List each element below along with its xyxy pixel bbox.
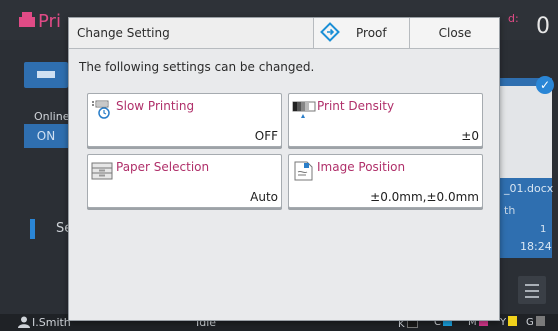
job-thumbnail: [500, 86, 552, 178]
mode-button[interactable]: [24, 62, 68, 88]
mode-icon: [37, 71, 55, 78]
paper-selection-value: Auto: [250, 190, 278, 204]
status-user: I.Smith: [32, 316, 71, 329]
print-density-icon: [292, 101, 316, 118]
menu-icon-line: [525, 296, 539, 298]
dialog-header: Change Setting Proof Close: [69, 18, 499, 49]
close-button[interactable]: Close: [409, 18, 499, 48]
check-icon: ✓: [536, 76, 554, 94]
settings-button[interactable]: Se: [24, 216, 72, 242]
ink-label: G: [526, 317, 534, 328]
proof-button[interactable]: Proof: [313, 18, 409, 48]
job-time: 18:24: [520, 240, 552, 253]
job-name: _01.docx: [504, 182, 554, 195]
app-title: Pri: [38, 11, 61, 32]
ink-swatch: [508, 316, 518, 326]
dialog-title: Change Setting: [77, 26, 170, 40]
settings-indicator: [30, 219, 35, 239]
slow-printing-icon: [92, 100, 110, 119]
print-density-label: Print Density: [317, 99, 395, 113]
counter-label: d:: [508, 12, 519, 25]
image-position-value: ±0.0mm,±0.0mm: [370, 190, 479, 204]
paper-selection-button[interactable]: Paper Selection Auto: [87, 154, 282, 208]
slow-printing-label: Slow Printing: [116, 99, 195, 113]
online-toggle[interactable]: ON: [24, 124, 68, 148]
paper-tray-icon: [91, 162, 113, 180]
slow-printing-button[interactable]: Slow Printing OFF: [87, 93, 282, 147]
printer-logo-icon: [19, 12, 35, 27]
counter-value: 0: [536, 14, 550, 39]
image-position-button[interactable]: Image Position ±0.0mm,±0.0mm: [288, 154, 483, 208]
proof-button-label: Proof: [356, 26, 387, 40]
print-density-value: ±0: [461, 129, 479, 143]
ink-indicator: G: [526, 316, 545, 328]
change-setting-dialog: Change Setting Proof Close The following…: [68, 17, 500, 321]
user-icon: [18, 316, 30, 328]
ink-indicator: Y: [500, 316, 518, 328]
print-density-button[interactable]: Print Density ±0: [288, 93, 483, 147]
menu-button[interactable]: [518, 276, 546, 304]
image-position-label: Image Position: [317, 160, 406, 174]
ink-swatch: [535, 316, 545, 326]
close-button-label: Close: [438, 26, 472, 40]
slow-printing-value: OFF: [254, 129, 278, 143]
proof-icon: [320, 22, 340, 42]
menu-icon: [525, 284, 539, 286]
menu-icon-line: [525, 290, 539, 292]
job-subtext: th: [504, 204, 516, 217]
online-label: Online: [34, 110, 70, 123]
paper-selection-label: Paper Selection: [116, 160, 210, 174]
ink-label: Y: [500, 317, 507, 328]
image-position-icon: [294, 161, 313, 181]
dialog-subtitle: The following settings can be changed.: [79, 60, 315, 74]
job-copies: 1: [540, 224, 547, 235]
